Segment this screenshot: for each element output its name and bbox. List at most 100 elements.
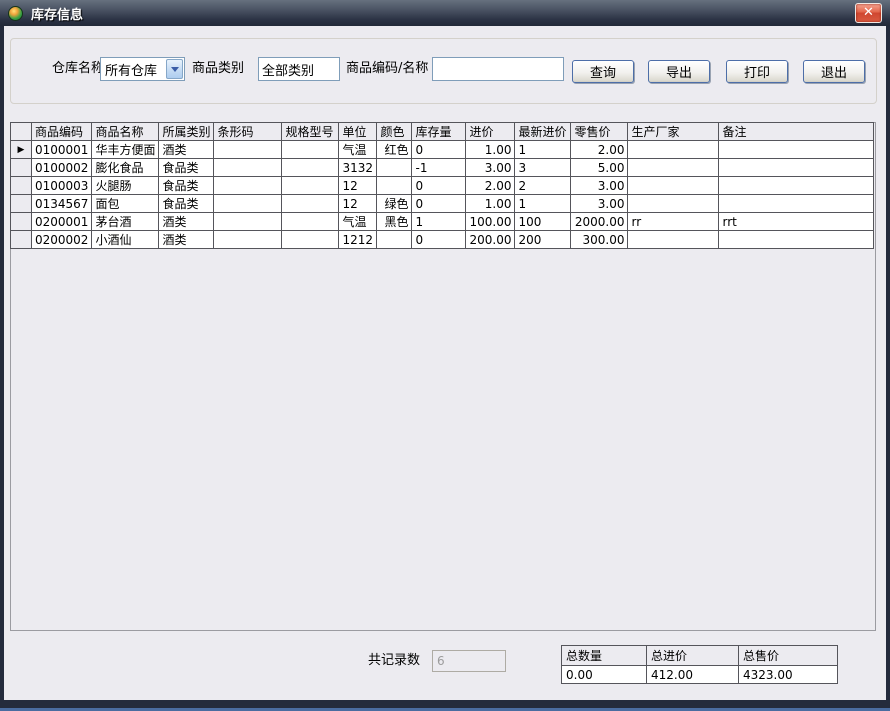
grid-cell[interactable]: 0 <box>411 194 467 213</box>
grid-cell[interactable] <box>627 194 720 213</box>
warehouse-dropdown-button[interactable] <box>166 59 183 79</box>
grid-cell[interactable]: 1212 <box>338 230 378 249</box>
grid-cell[interactable]: 食品类 <box>158 176 215 195</box>
grid-cell[interactable] <box>281 176 340 195</box>
row-selector-cell[interactable] <box>10 230 32 249</box>
row-selector-cell[interactable] <box>10 176 32 195</box>
column-header[interactable]: 商品编码 <box>30 122 93 141</box>
grid-cell[interactable] <box>213 230 283 249</box>
grid-cell[interactable]: 0 <box>411 230 467 249</box>
grid-cell[interactable]: 面包 <box>91 194 160 213</box>
column-header[interactable]: 备注 <box>718 122 875 141</box>
grid-cell[interactable] <box>718 194 875 213</box>
grid-cell[interactable]: 12 <box>338 194 378 213</box>
grid-cell[interactable] <box>281 230 340 249</box>
grid-cell[interactable]: 0200002 <box>30 230 93 249</box>
column-header[interactable]: 进价 <box>465 122 516 141</box>
grid-cell[interactable] <box>627 230 720 249</box>
grid-cell[interactable]: 1.00 <box>465 140 516 159</box>
grid-cell[interactable]: 1 <box>514 194 572 213</box>
print-button[interactable]: 打印 <box>726 60 788 83</box>
grid-cell[interactable]: 1 <box>514 140 572 159</box>
grid-cell[interactable] <box>281 212 340 231</box>
column-header[interactable]: 零售价 <box>570 122 629 141</box>
grid-cell[interactable] <box>213 194 283 213</box>
grid-cell[interactable]: 酒类 <box>158 212 215 231</box>
column-header[interactable]: 生产厂家 <box>627 122 720 141</box>
grid-cell[interactable]: 气温 <box>338 212 378 231</box>
grid-cell[interactable]: 3.00 <box>570 194 629 213</box>
grid-cell[interactable] <box>718 176 875 195</box>
row-selector-cell[interactable] <box>10 194 32 213</box>
grid-cell[interactable]: 0200001 <box>30 212 93 231</box>
warehouse-select[interactable]: 所有仓库 <box>100 57 185 81</box>
grid-cell[interactable] <box>376 176 413 195</box>
grid-cell[interactable] <box>213 140 283 159</box>
grid-cell[interactable]: 小酒仙 <box>91 230 160 249</box>
grid-cell[interactable]: 气温 <box>338 140 378 159</box>
grid-cell[interactable]: 3132 <box>338 158 378 177</box>
grid-cell[interactable] <box>213 212 283 231</box>
grid-cell[interactable] <box>213 176 283 195</box>
grid-cell[interactable] <box>281 158 340 177</box>
column-header[interactable]: 最新进价 <box>514 122 572 141</box>
column-header[interactable]: 颜色 <box>376 122 413 141</box>
grid-cell[interactable]: 2000.00 <box>570 212 629 231</box>
grid-cell[interactable]: 1 <box>411 212 467 231</box>
grid-cell[interactable]: 茅台酒 <box>91 212 160 231</box>
column-header[interactable]: 规格型号 <box>281 122 340 141</box>
grid-cell[interactable]: 0100003 <box>30 176 93 195</box>
grid-cell[interactable] <box>627 176 720 195</box>
grid-cell[interactable] <box>376 158 413 177</box>
exit-button[interactable]: 退出 <box>803 60 865 83</box>
grid-cell[interactable]: 黑色 <box>376 212 413 231</box>
grid-cell[interactable] <box>281 140 340 159</box>
grid-cell[interactable]: 酒类 <box>158 230 215 249</box>
grid-cell[interactable] <box>718 140 875 159</box>
grid-cell[interactable]: 3.00 <box>465 158 516 177</box>
column-header[interactable]: 条形码 <box>213 122 283 141</box>
grid-cell[interactable]: 100.00 <box>465 212 516 231</box>
grid-cell[interactable]: -1 <box>411 158 467 177</box>
grid-cell[interactable]: rrt <box>718 212 875 231</box>
grid-cell[interactable]: 300.00 <box>570 230 629 249</box>
grid-cell[interactable]: 3 <box>514 158 572 177</box>
grid-cell[interactable] <box>376 230 413 249</box>
grid-cell[interactable]: 食品类 <box>158 158 215 177</box>
grid-cell[interactable]: 1.00 <box>465 194 516 213</box>
grid-cell[interactable]: 华丰方便面 <box>91 140 160 159</box>
grid-cell[interactable]: rr <box>627 212 720 231</box>
grid-cell[interactable] <box>718 158 875 177</box>
grid-cell[interactable]: 3.00 <box>570 176 629 195</box>
grid-cell[interactable]: 12 <box>338 176 378 195</box>
grid-cell[interactable] <box>281 194 340 213</box>
grid-cell[interactable] <box>627 140 720 159</box>
grid-cell[interactable]: 0134567 <box>30 194 93 213</box>
grid-cell[interactable]: 100 <box>514 212 572 231</box>
grid-cell[interactable]: 0 <box>411 176 467 195</box>
close-button[interactable]: ✕ <box>855 3 882 23</box>
grid-cell[interactable]: 食品类 <box>158 194 215 213</box>
grid-cell[interactable]: 2.00 <box>465 176 516 195</box>
row-selector-cell[interactable] <box>10 212 32 231</box>
row-selector-cell[interactable] <box>10 158 32 177</box>
grid-cell[interactable]: 200 <box>514 230 572 249</box>
category-input[interactable] <box>258 57 340 81</box>
grid-cell[interactable]: 酒类 <box>158 140 215 159</box>
code-name-input[interactable] <box>432 57 564 81</box>
column-header[interactable]: 商品名称 <box>91 122 160 141</box>
grid-cell[interactable]: 0100001 <box>30 140 93 159</box>
row-selector-cell[interactable]: ▶ <box>10 140 32 159</box>
column-header[interactable]: 库存量 <box>411 122 467 141</box>
grid-cell[interactable]: 0100002 <box>30 158 93 177</box>
grid-cell[interactable] <box>627 158 720 177</box>
grid-cell[interactable]: 火腿肠 <box>91 176 160 195</box>
grid-cell[interactable] <box>718 230 875 249</box>
export-button[interactable]: 导出 <box>648 60 710 83</box>
column-header[interactable]: 所属类别 <box>158 122 215 141</box>
grid-cell[interactable]: 200.00 <box>465 230 516 249</box>
query-button[interactable]: 查询 <box>572 60 634 83</box>
grid-cell[interactable]: 0 <box>411 140 467 159</box>
grid-cell[interactable]: 5.00 <box>570 158 629 177</box>
grid-cell[interactable]: 红色 <box>376 140 413 159</box>
